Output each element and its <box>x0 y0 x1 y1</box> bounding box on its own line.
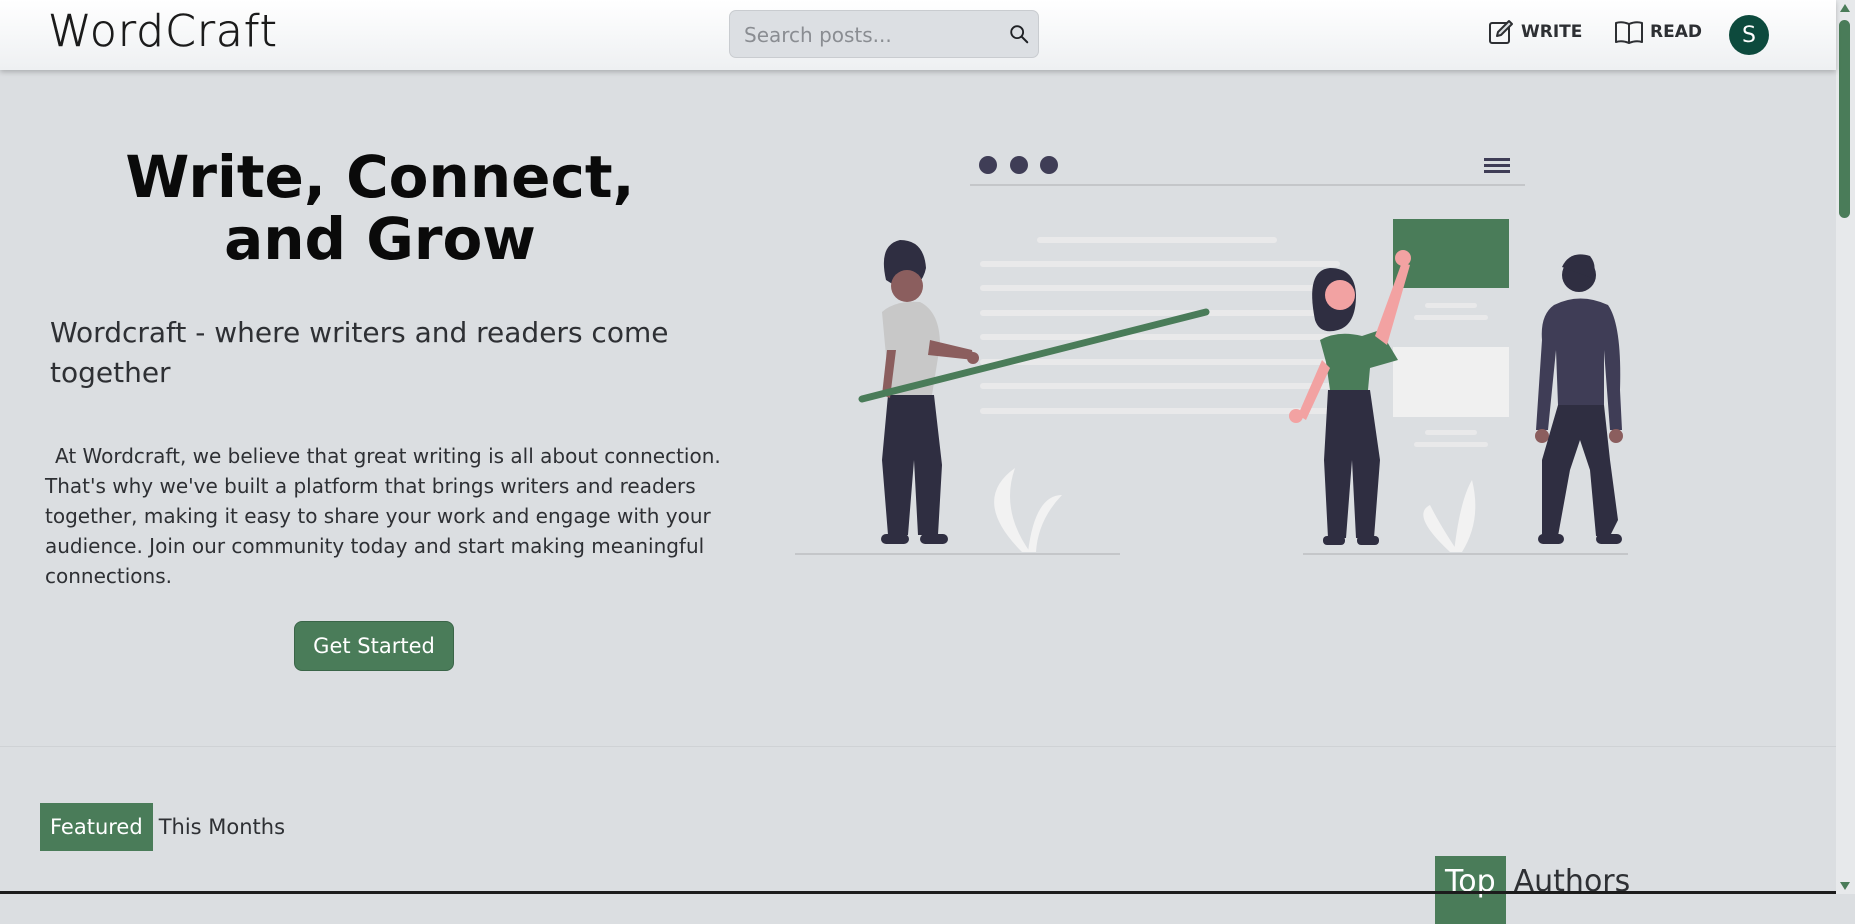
write-link[interactable]: WRITE <box>1487 18 1582 46</box>
white-card <box>1393 347 1509 417</box>
hamburger-menu-icon <box>1484 158 1510 173</box>
read-link[interactable]: READ <box>1614 18 1702 46</box>
person-reaching <box>1289 250 1411 545</box>
top-authors-badge: Top <box>1435 856 1506 924</box>
plant-left <box>994 468 1062 552</box>
get-started-button[interactable]: Get Started <box>294 621 454 671</box>
write-label: WRITE <box>1521 22 1583 42</box>
featured-badge: Featured <box>40 803 153 851</box>
window-dot-3 <box>1040 156 1058 174</box>
scroll-down-arrow-icon[interactable] <box>1840 882 1850 890</box>
featured-heading-text: This Months <box>158 815 286 839</box>
person-standing <box>1535 254 1623 544</box>
window-dot-1 <box>979 156 997 174</box>
window-dot-2 <box>1010 156 1028 174</box>
hero-subtitle: Wordcraft - where writers and readers co… <box>50 316 669 389</box>
user-avatar[interactable]: S <box>1729 15 1769 55</box>
featured-heading: Featured This Months <box>40 803 285 851</box>
search-icon[interactable] <box>1008 23 1030 45</box>
top-authors-heading: Top Authors <box>1435 856 1630 924</box>
hero-description: At Wordcraft, we believe that great writ… <box>45 444 721 588</box>
read-label: READ <box>1650 22 1702 42</box>
top-navbar: WordCraft WRITE READ S <box>0 0 1836 70</box>
logo[interactable]: WordCraft <box>48 6 278 58</box>
plant-right <box>1423 480 1476 552</box>
hero-title: Write, Connect, and Grow <box>125 143 635 273</box>
green-card <box>1393 219 1509 288</box>
book-icon <box>1615 21 1643 44</box>
pencil-square-icon <box>1489 20 1513 44</box>
hero-illustration <box>795 156 1628 555</box>
search-input[interactable] <box>742 11 996 59</box>
search-box[interactable] <box>729 10 1039 59</box>
scroll-up-arrow-icon[interactable] <box>1840 4 1850 12</box>
scrollbar-thumb[interactable] <box>1839 20 1850 218</box>
vertical-scrollbar[interactable] <box>1836 0 1855 894</box>
section-divider <box>0 746 1836 747</box>
